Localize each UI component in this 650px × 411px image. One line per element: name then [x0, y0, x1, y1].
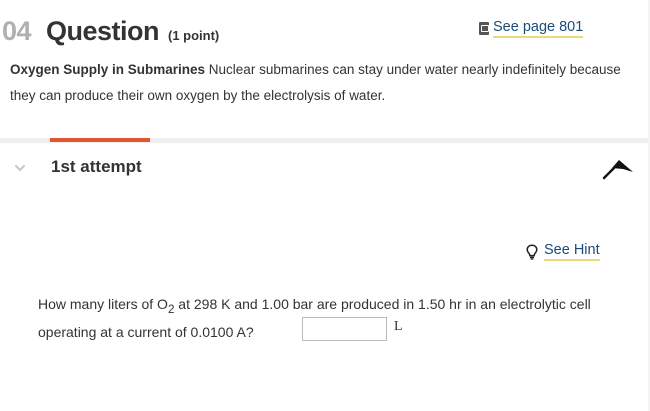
attempt-label: 1st attempt	[51, 157, 142, 176]
intro-bold-title: Oxygen Supply in Submarines	[10, 62, 206, 77]
attempt-indicator-bar	[50, 138, 150, 142]
see-hint-button[interactable]: See Hint	[526, 242, 600, 261]
chevron-down-icon[interactable]	[13, 161, 27, 175]
see-hint-label: See Hint	[544, 242, 600, 261]
question-title: Question	[46, 16, 160, 46]
book-icon	[479, 22, 489, 35]
see-page-label: See page 801	[493, 19, 584, 38]
answer-unit: L	[394, 319, 403, 334]
lightbulb-icon	[526, 243, 538, 260]
question-number: 04	[2, 16, 32, 46]
question-intro: Oxygen Supply in Submarines Nuclear subm…	[10, 57, 630, 109]
answer-input[interactable]	[302, 317, 387, 341]
question-header: 04 Question (1 point) See page 801 Oxyge…	[0, 0, 650, 140]
prompt-part1: How many liters of O	[38, 296, 168, 312]
collapse-arrow-icon[interactable]	[600, 156, 636, 182]
see-page-link[interactable]: See page 801	[479, 19, 584, 38]
question-points: (1 point)	[168, 28, 220, 43]
